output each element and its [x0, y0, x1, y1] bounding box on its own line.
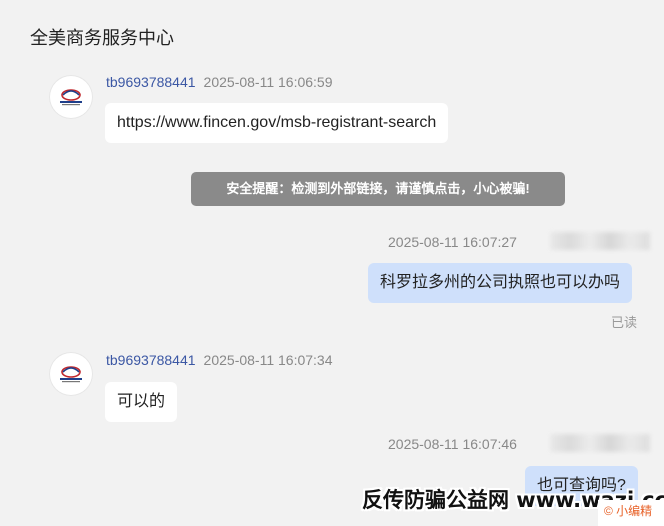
security-warning: 安全提醒：检测到外部链接，请谨慎点击，小心被骗!	[191, 172, 565, 206]
chat-title: 全美商务服务中心	[30, 28, 174, 48]
blurred-username	[550, 232, 650, 250]
message-text: 可以的	[117, 393, 166, 410]
company-logo-icon	[60, 366, 82, 383]
message-meta: tb9693788441 2025-08-11 16:06:59	[106, 74, 333, 90]
blurred-username	[550, 434, 650, 452]
avatar[interactable]	[49, 352, 93, 396]
sender-name[interactable]: tb9693788441	[106, 352, 196, 368]
message-bubble-incoming[interactable]: 可以的	[105, 382, 178, 422]
message-text: 科罗拉多州的公司执照也可以办吗	[380, 274, 621, 291]
message-meta: tb9693788441 2025-08-11 16:07:34	[106, 352, 333, 368]
read-status: 已读	[611, 315, 638, 330]
corner-badge: © 小编精	[598, 500, 664, 526]
sender-name[interactable]: tb9693788441	[106, 74, 196, 90]
message-bubble-incoming[interactable]: https://www.fincen.gov/msb-registrant-se…	[105, 103, 449, 143]
company-logo-icon	[60, 89, 82, 106]
message-bubble-outgoing[interactable]: 科罗拉多州的公司执照也可以办吗	[368, 263, 633, 303]
message-time: 2025-08-11 16:06:59	[203, 74, 333, 90]
chat-header: 全美商务服务中心	[0, 0, 664, 70]
avatar[interactable]	[49, 75, 93, 119]
message-time: 2025-08-11 16:07:34	[203, 352, 333, 368]
message-link[interactable]: https://www.fincen.gov/msb-registrant-se…	[117, 114, 436, 131]
message-time: 2025-08-11 16:07:27	[388, 234, 517, 250]
message-time: 2025-08-11 16:07:46	[388, 436, 517, 452]
